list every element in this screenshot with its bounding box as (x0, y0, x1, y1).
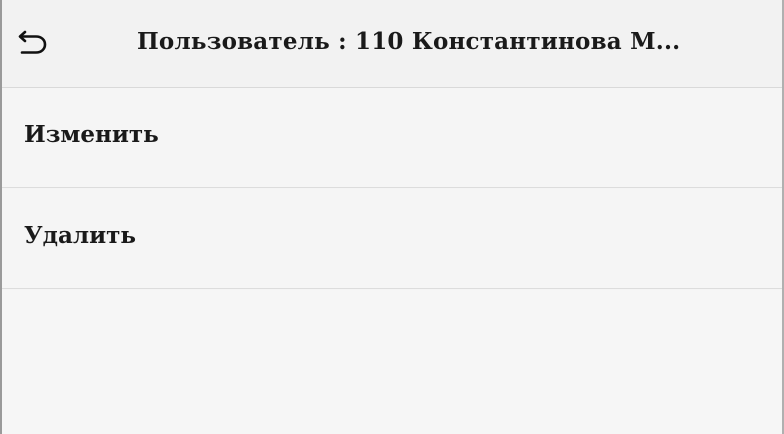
menu-item-edit[interactable]: Изменить (2, 88, 782, 188)
menu-item-label: Удалить (24, 222, 137, 249)
screen: Пользователь : 110 Константинова М... Из… (0, 0, 784, 434)
page-title: Пользователь : 110 Константинова М... (137, 28, 681, 55)
menu-item-delete[interactable]: Удалить (2, 189, 782, 289)
empty-area (2, 290, 782, 434)
back-button[interactable] (16, 24, 50, 58)
menu-item-label: Изменить (24, 121, 159, 148)
header-bar: Пользователь : 110 Константинова М... (2, 0, 782, 88)
back-arrow-icon (18, 30, 47, 54)
